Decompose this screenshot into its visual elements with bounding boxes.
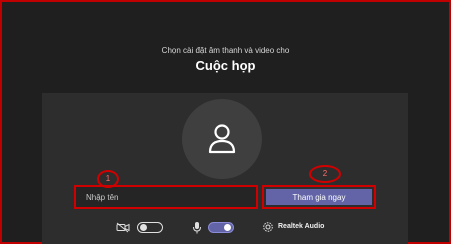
- join-now-button[interactable]: Tham gia ngay: [266, 189, 372, 205]
- microphone-toggle-knob: [224, 224, 231, 231]
- name-input[interactable]: [74, 185, 258, 209]
- camera-toggle[interactable]: [137, 222, 163, 233]
- microphone-icon: [193, 222, 201, 234]
- device-settings-row: Realtek Audio: [0, 221, 451, 235]
- camera-toggle-knob: [140, 224, 147, 231]
- camera-off-icon: [116, 222, 130, 233]
- step-2-callout: 2: [309, 165, 341, 183]
- gear-icon[interactable]: [262, 221, 274, 233]
- avatar: [182, 99, 262, 179]
- meeting-subtitle: Chọn cài đặt âm thanh và video cho: [161, 46, 290, 55]
- person-avatar-icon: [208, 124, 236, 154]
- join-button-highlight: Tham gia ngay: [262, 185, 376, 209]
- audio-device-label[interactable]: Realtek Audio: [278, 223, 324, 230]
- meeting-title: Cuộc họp: [195, 58, 256, 73]
- microphone-toggle[interactable]: [208, 222, 234, 233]
- step-1-callout: 1: [97, 170, 119, 188]
